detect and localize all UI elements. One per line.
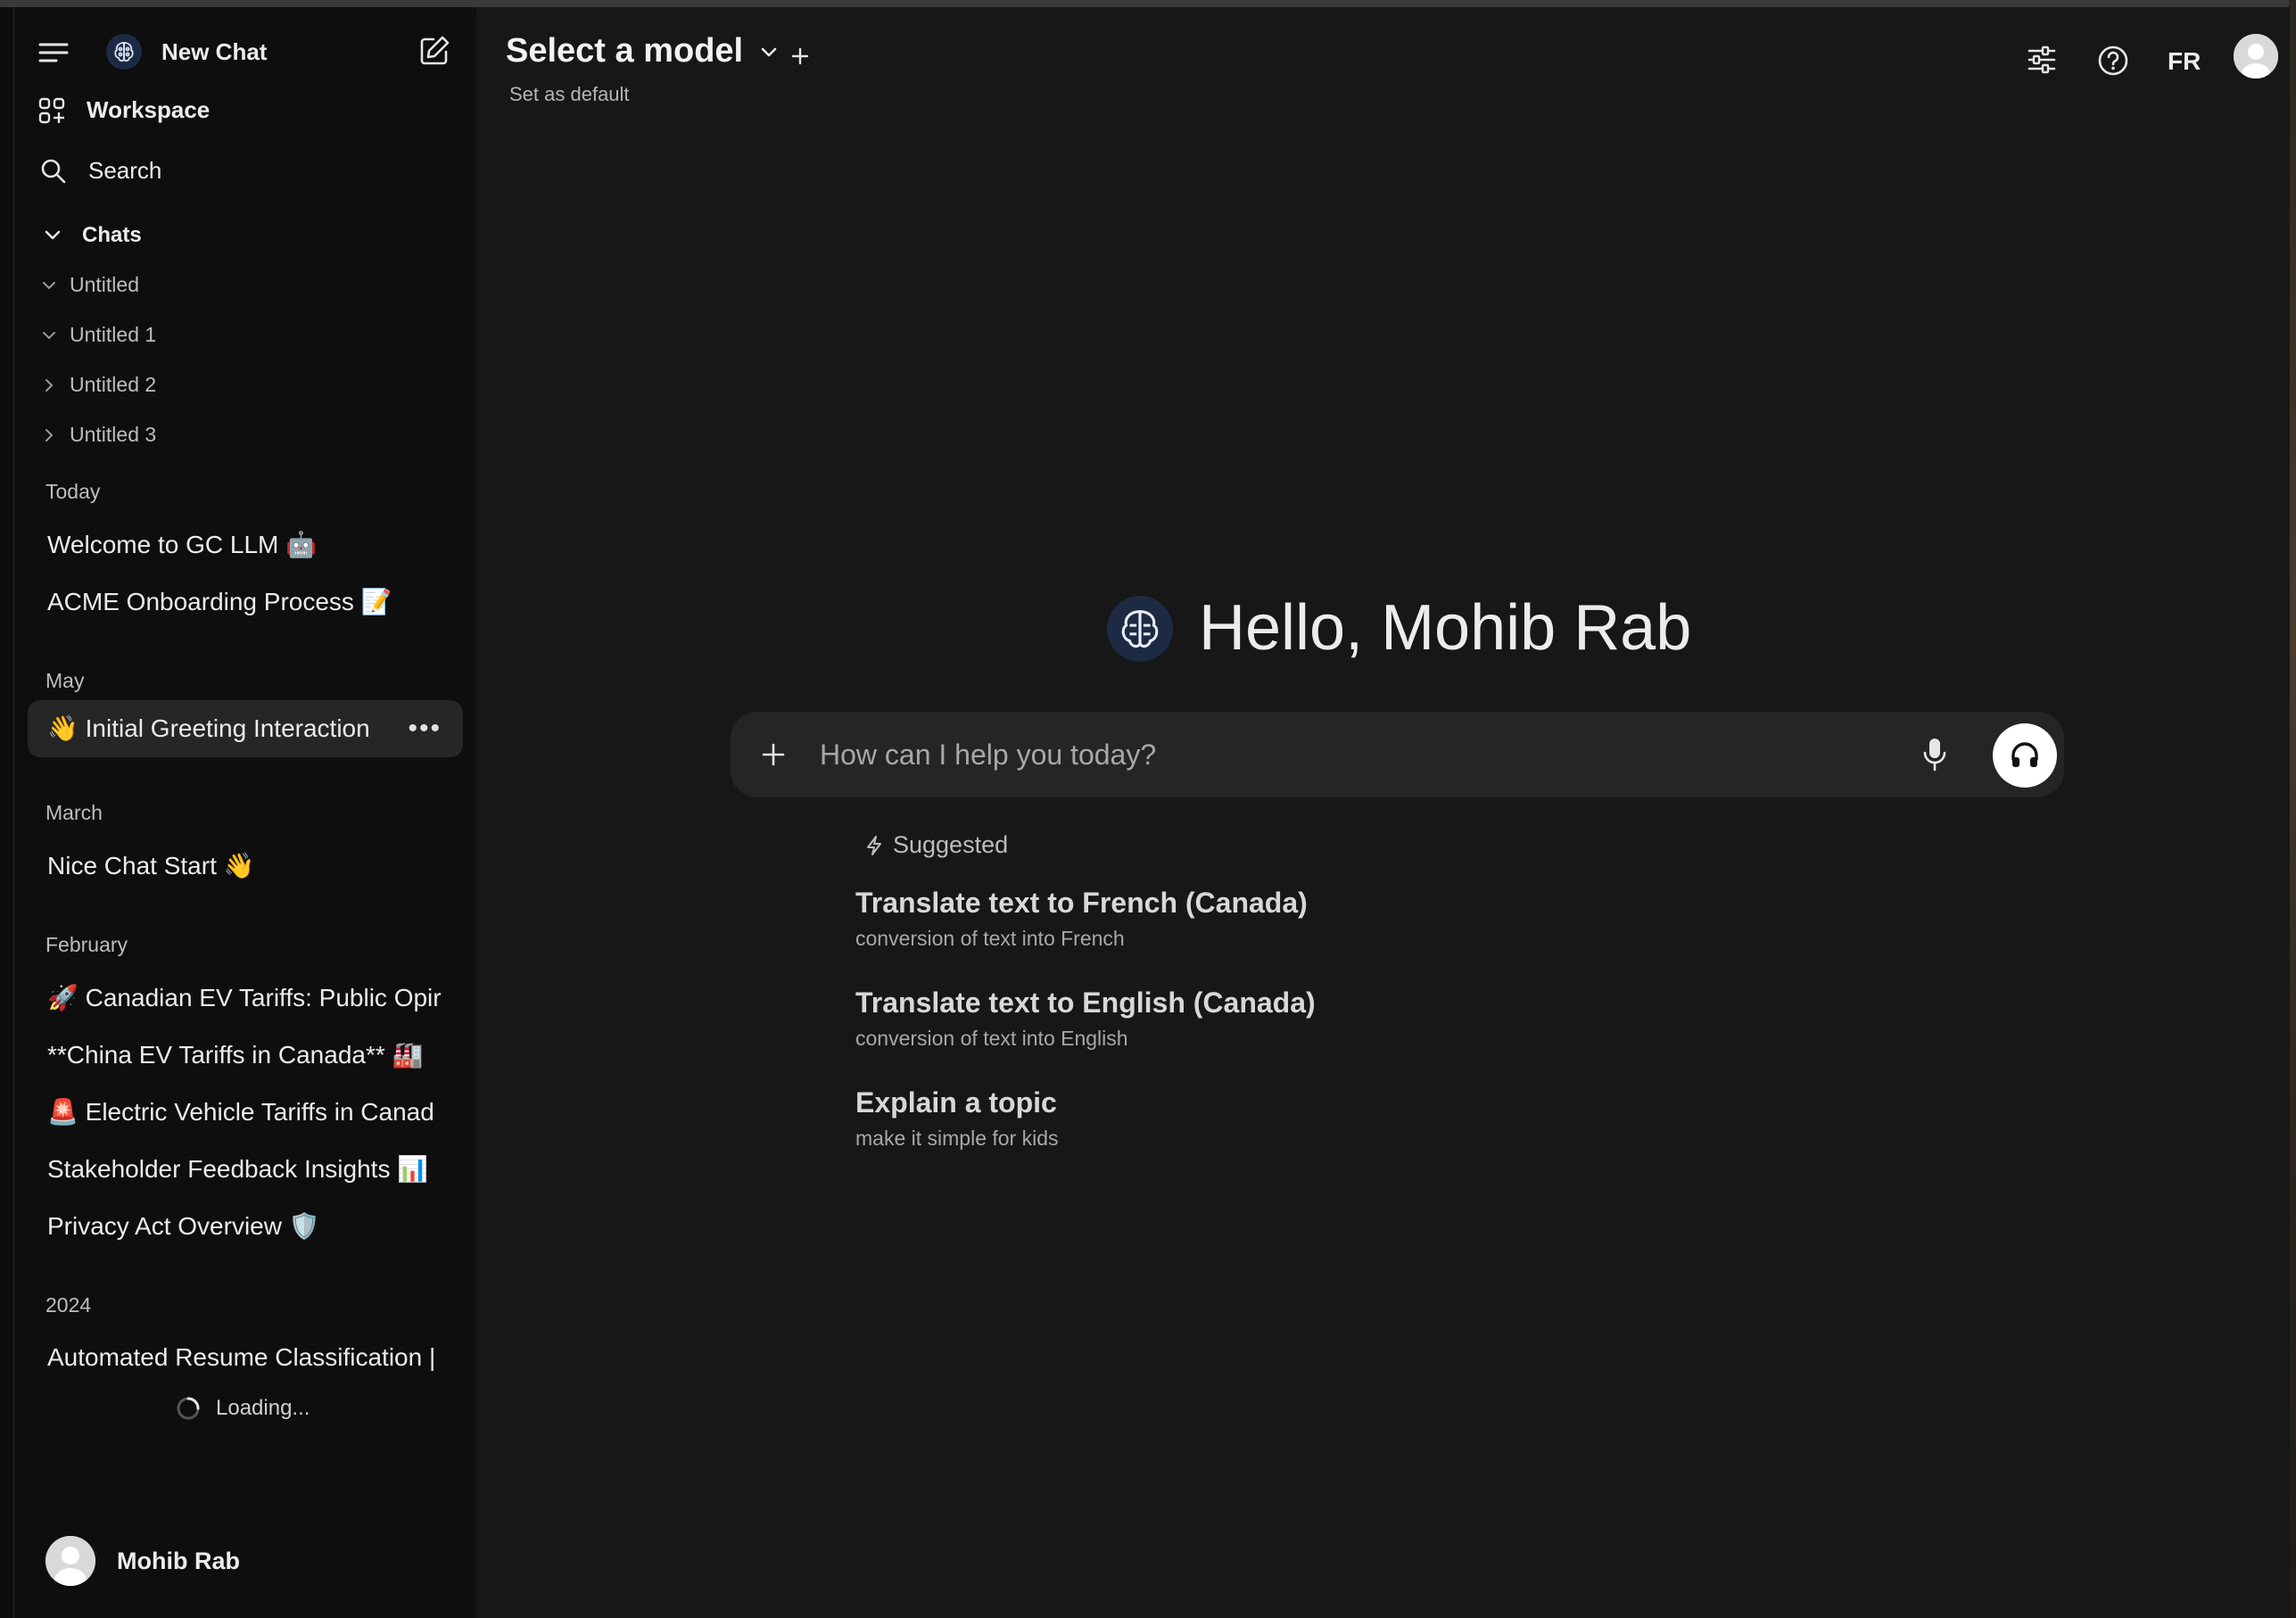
controls-button[interactable] (2027, 45, 2057, 75)
question-circle-icon (2097, 45, 2129, 77)
sidebar: New Chat Workspace Search Chats Untitled… (14, 7, 476, 1618)
microphone-button[interactable] (1921, 737, 1948, 772)
main-area: Select a model Set as default FR Hello, … (476, 7, 2290, 1618)
group-label-march: March (45, 801, 103, 824)
set-as-default-link[interactable]: Set as default (509, 83, 630, 106)
attach-plus-button[interactable] (761, 742, 786, 767)
chat-item[interactable]: 🚨 Electric Vehicle Tariffs in Canad (47, 1097, 458, 1127)
suggestion-item[interactable]: Translate text to French (Canada) conver… (855, 887, 1308, 951)
menu-icon (38, 41, 69, 64)
new-chat-button[interactable]: New Chat (106, 34, 267, 70)
chats-section-toggle[interactable]: Chats (43, 223, 142, 248)
message-input[interactable] (820, 730, 1890, 780)
suggestion-title: Explain a topic (855, 1086, 1057, 1119)
profile-avatar-button[interactable] (2234, 34, 2278, 78)
workspace-link[interactable]: Workspace (38, 96, 210, 124)
chat-item-label: 👋 Initial Greeting Interaction (47, 714, 370, 742)
search-button[interactable]: Search (40, 157, 161, 185)
voice-mode-button[interactable] (1993, 723, 2057, 788)
suggestion-item[interactable]: Explain a topic make it simple for kids (855, 1086, 1059, 1151)
suggestion-subtitle: conversion of text into English (855, 1027, 1128, 1050)
chevron-down-icon (43, 226, 62, 245)
group-label-may: May (45, 669, 85, 692)
message-input-box (731, 712, 2064, 797)
chevron-down-icon (41, 327, 57, 343)
app-window: New Chat Workspace Search Chats Untitled… (13, 7, 2290, 1618)
folder-untitled-1[interactable]: Untitled 1 (41, 323, 156, 347)
group-label-2024: 2024 (45, 1293, 92, 1317)
chat-item[interactable]: Stakeholder Feedback Insights 📊 (47, 1154, 458, 1184)
chat-item[interactable]: 🚀 Canadian EV Tariffs: Public Opir (47, 983, 458, 1012)
workspace-label: Workspace (87, 96, 211, 123)
sidebar-toggle-button[interactable] (38, 41, 69, 64)
chat-item-active[interactable]: 👋 Initial Greeting Interaction ••• (28, 700, 463, 757)
desktop-edge (2289, 0, 2296, 1618)
chevron-right-icon (41, 377, 57, 393)
chat-item[interactable]: Privacy Act Overview 🛡️ (47, 1211, 458, 1241)
chat-item[interactable]: **China EV Tariffs in Canada** 🏭 (47, 1040, 458, 1069)
search-label: Search (88, 157, 162, 184)
suggestion-title: Translate text to French (Canada) (855, 887, 1308, 919)
chat-item[interactable]: ACME Onboarding Process 📝 (47, 587, 458, 616)
sliders-icon (2027, 45, 2057, 75)
more-options-icon[interactable]: ••• (408, 700, 442, 757)
folder-label: Untitled (70, 273, 139, 296)
greeting-heading: Hello, Mohib Rab (1199, 592, 1692, 664)
add-model-button[interactable] (790, 46, 810, 66)
model-avatar (1107, 596, 1173, 662)
folder-untitled[interactable]: Untitled (41, 273, 139, 297)
loading-indicator: Loading... (175, 1395, 310, 1422)
suggestion-title: Translate text to English (Canada) (855, 986, 1316, 1019)
grid-plus-icon (38, 97, 65, 124)
plus-icon (790, 46, 810, 66)
brain-logo-icon (106, 34, 142, 70)
chats-section-label: Chats (82, 223, 142, 247)
group-label-today: Today (45, 480, 101, 503)
chat-item[interactable]: Nice Chat Start 👋 (47, 851, 458, 880)
user-name: Mohib Rab (117, 1547, 240, 1574)
pencil-square-icon (417, 34, 451, 68)
new-chat-label: New Chat (161, 37, 268, 65)
loading-label: Loading... (216, 1396, 310, 1420)
chat-item[interactable]: Automated Resume Classification | (47, 1343, 458, 1372)
folder-label: Untitled 2 (70, 373, 157, 396)
user-menu-button[interactable]: Mohib Rab (45, 1536, 240, 1586)
search-icon (40, 158, 67, 185)
suggestion-item[interactable]: Translate text to English (Canada) conve… (855, 986, 1316, 1051)
headphones-icon (2009, 739, 2041, 772)
lightning-icon (864, 835, 884, 856)
compose-button[interactable] (417, 34, 451, 68)
window-top-border (0, 0, 2296, 7)
chat-item[interactable]: Welcome to GC LLM 🤖 (47, 530, 458, 559)
group-label-february: February (45, 933, 128, 956)
spinner-icon (175, 1395, 202, 1422)
suggested-label: Suggested (893, 831, 1009, 858)
folder-label: Untitled 3 (70, 423, 157, 446)
model-selector-label: Select a model (506, 32, 744, 70)
suggested-heading: Suggested (864, 831, 1008, 859)
chevron-right-icon (41, 427, 57, 443)
chevron-down-icon (759, 42, 779, 62)
user-avatar (45, 1536, 95, 1586)
help-button[interactable] (2097, 45, 2129, 77)
brain-icon (1116, 605, 1164, 653)
suggestion-subtitle: make it simple for kids (855, 1127, 1059, 1150)
model-selector[interactable]: Select a model (506, 32, 779, 70)
folder-label: Untitled 1 (70, 323, 157, 346)
language-toggle[interactable]: FR (2168, 47, 2201, 76)
suggestion-subtitle: conversion of text into French (855, 927, 1125, 950)
folder-untitled-2[interactable]: Untitled 2 (41, 373, 156, 397)
chevron-down-icon (41, 277, 57, 293)
folder-untitled-3[interactable]: Untitled 3 (41, 423, 156, 447)
